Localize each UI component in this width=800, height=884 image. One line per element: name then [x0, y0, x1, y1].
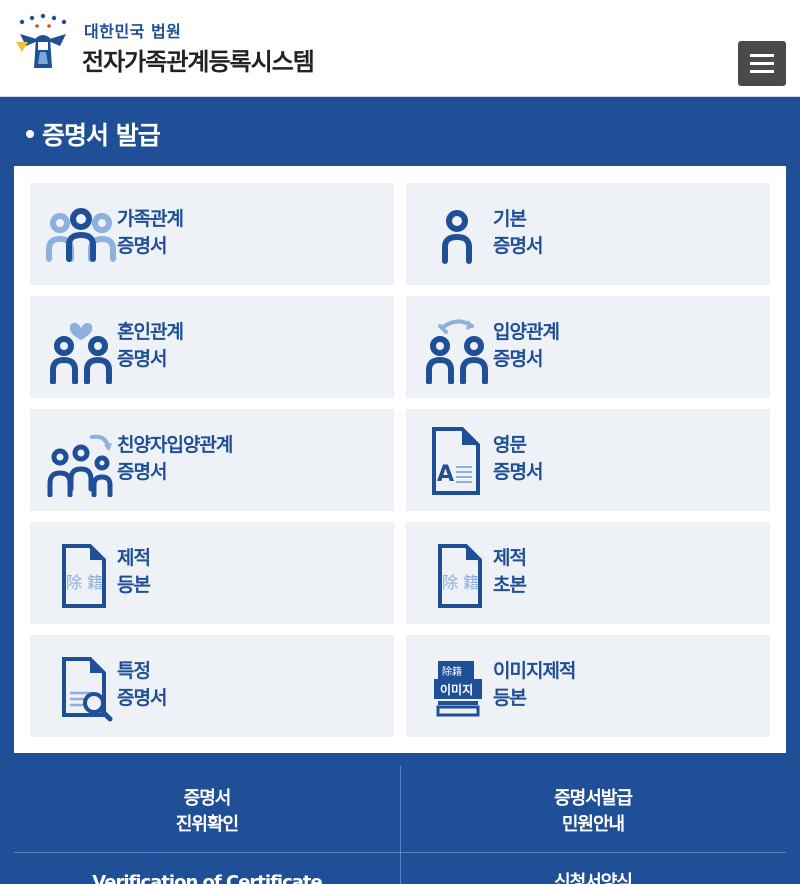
card-specific[interactable]: 특정 증명서 [30, 635, 394, 737]
section-title: 증명서 발급 [26, 116, 161, 152]
document-magnifier-icon [62, 657, 113, 722]
stamp-text: 이미지 [440, 682, 473, 697]
card-label: 제적 등본 [117, 545, 151, 599]
svg-text:A: A [437, 462, 454, 487]
verification-en-link[interactable]: Verification of Certificate [14, 870, 400, 884]
single-person-icon [442, 210, 472, 264]
card-label: 제적 초본 [493, 545, 527, 599]
card-label-line2: 등본 [493, 687, 527, 709]
bullet-icon [26, 130, 34, 138]
card-label: 영문 증명서 [493, 432, 543, 486]
stamp-text: 除 籍 [66, 573, 103, 592]
card-label-line2: 초본 [493, 574, 527, 596]
card-label: 이미지제적 등본 [493, 658, 576, 712]
link-line1: 증명서 [183, 788, 232, 809]
card-label-line1: 특정 [117, 660, 151, 682]
link-line2: 진위확인 [175, 814, 239, 835]
card-label: 입양관계 증명서 [493, 319, 560, 373]
stamp-small-text: 除籍 [442, 665, 462, 678]
card-basic[interactable]: 기본 증명서 [406, 183, 770, 285]
link-line2: 민원안내 [561, 814, 625, 835]
stamp-text: 除 籍 [442, 573, 479, 592]
issuance-guide-link[interactable]: 증명서발급 민원안내 [400, 786, 786, 838]
hamburger-menu-icon[interactable] [738, 41, 786, 86]
menu-bar [750, 54, 774, 57]
removed-register-document-icon: 除 籍 [438, 544, 482, 608]
marriage-heart-icon [50, 322, 112, 384]
card-label: 특정 증명서 [117, 658, 167, 712]
divider [14, 852, 786, 853]
card-label-line2: 증명서 [117, 348, 167, 370]
card-label-line1: 혼인관계 [117, 321, 184, 343]
card-label-line2: 증명서 [493, 348, 543, 370]
application-form-link[interactable]: 신청서양식 [400, 870, 786, 884]
card-adoption-relation[interactable]: 입양관계 증명서 [406, 296, 770, 398]
certificate-panel: 가족관계 증명서 기본 증명서 혼인관계 증명서 입양관계 증명서 친양자입양관… [14, 166, 786, 753]
court-emblem-icon[interactable] [12, 12, 74, 74]
card-label-line2: 증명서 [493, 235, 543, 257]
card-label-line1: 친양자입양관계 [117, 434, 233, 456]
card-family-relation[interactable]: 가족관계 증명서 [30, 183, 394, 285]
org-name: 대한민국 법원 [84, 22, 182, 41]
card-label-line1: 제적 [117, 547, 151, 569]
card-label: 가족관계 증명서 [117, 206, 184, 260]
adoption-arrow-icon [426, 319, 488, 384]
card-label: 친양자입양관계 증명서 [117, 432, 233, 486]
english-document-icon: A [432, 427, 480, 495]
card-removed-register-abstract[interactable]: 除 籍 제적 초본 [406, 522, 770, 624]
card-english[interactable]: A 영문 증명서 [406, 409, 770, 511]
card-label-line1: 이미지제적 [493, 660, 576, 682]
section-title-text: 증명서 발급 [42, 121, 161, 150]
card-label-line1: 입양관계 [493, 321, 560, 343]
removed-register-document-icon: 除 籍 [62, 544, 106, 608]
family-group-icon [46, 208, 116, 262]
image-register-icon: 除籍 이미지 [434, 661, 482, 717]
card-label-line2: 등본 [117, 574, 151, 596]
card-label-line1: 기본 [493, 208, 527, 230]
site-header: 대한민국 법원 전자가족관계등록시스템 [0, 0, 800, 97]
card-label: 혼인관계 증명서 [117, 319, 184, 373]
card-label-line2: 증명서 [117, 461, 167, 483]
card-image-removed-register[interactable]: 除籍 이미지 이미지제적 등본 [406, 635, 770, 737]
site-title[interactable]: 전자가족관계등록시스템 [82, 42, 315, 77]
link-line1: 증명서발급 [554, 788, 633, 809]
card-label-line1: 제적 [493, 547, 527, 569]
card-label-line1: 가족관계 [117, 208, 184, 230]
card-removed-register-copy[interactable]: 除 籍 제적 등본 [30, 522, 394, 624]
menu-bar [750, 62, 774, 65]
full-adoption-family-icon [47, 434, 113, 497]
card-marriage-relation[interactable]: 혼인관계 증명서 [30, 296, 394, 398]
menu-bar [750, 70, 774, 73]
card-label-line2: 증명서 [117, 235, 167, 257]
verify-certificate-link[interactable]: 증명서 진위확인 [14, 786, 400, 838]
card-label-line2: 증명서 [493, 461, 543, 483]
card-full-adoption[interactable]: 친양자입양관계 증명서 [30, 409, 394, 511]
card-label-line1: 영문 [493, 434, 527, 456]
card-label: 기본 증명서 [493, 206, 543, 260]
card-label-line2: 증명서 [117, 687, 167, 709]
